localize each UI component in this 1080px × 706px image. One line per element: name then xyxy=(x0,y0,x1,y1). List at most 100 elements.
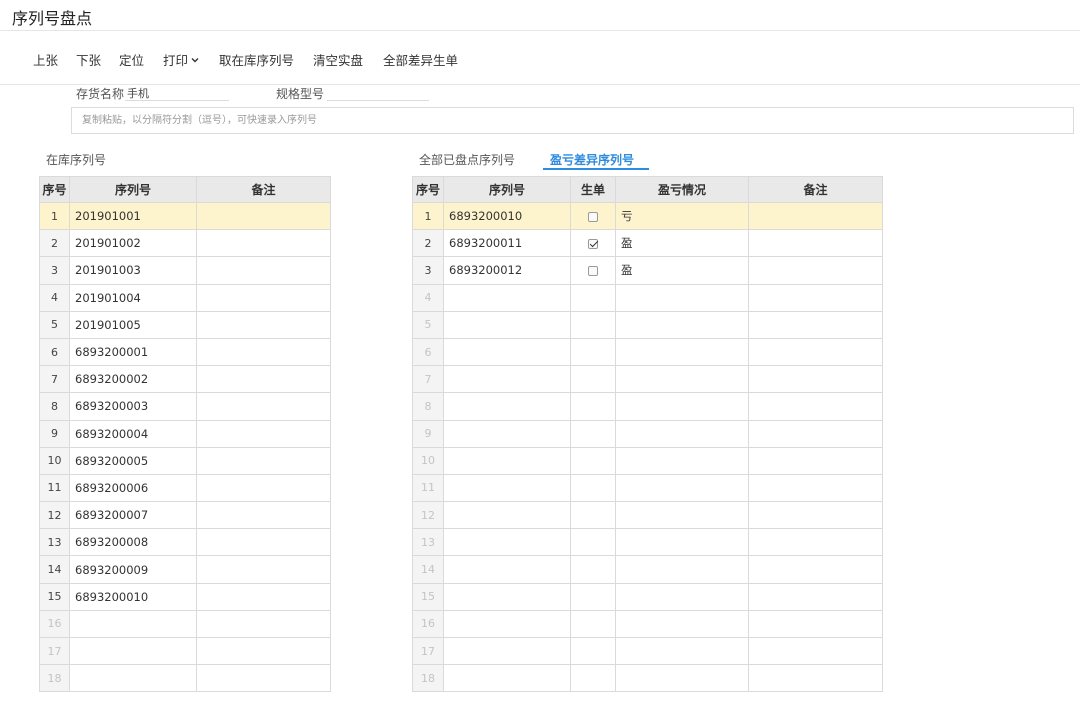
table-row[interactable]: 15 xyxy=(412,582,883,611)
note-cell[interactable] xyxy=(196,337,331,367)
serial-cell[interactable] xyxy=(443,528,571,557)
table-row[interactable]: 14 6893200009 xyxy=(39,555,331,584)
locate-button[interactable]: 定位 xyxy=(119,50,144,69)
note-cell[interactable] xyxy=(196,555,331,584)
note-cell[interactable] xyxy=(196,201,331,231)
table-row[interactable]: 9 xyxy=(412,419,883,448)
status-cell[interactable] xyxy=(615,501,749,530)
stock-name-input[interactable] xyxy=(125,85,229,101)
serial-cell[interactable]: 6893200003 xyxy=(69,392,197,421)
serial-cell[interactable] xyxy=(443,555,571,584)
table-row[interactable]: 10 xyxy=(412,446,883,475)
table-row[interactable]: 1 201901001 xyxy=(39,201,331,231)
note-cell[interactable] xyxy=(748,419,883,448)
serial-cell[interactable] xyxy=(443,582,571,611)
serial-cell[interactable] xyxy=(443,392,571,421)
table-row[interactable]: 14 xyxy=(412,555,883,584)
serial-cell[interactable]: 6893200002 xyxy=(69,365,197,394)
note-cell[interactable] xyxy=(748,473,883,503)
serial-cell[interactable] xyxy=(69,664,197,693)
table-row[interactable]: 8 xyxy=(412,392,883,421)
all-diff-order-button[interactable]: 全部差异生单 xyxy=(383,50,458,69)
generate-checkbox[interactable] xyxy=(588,238,598,249)
note-cell[interactable] xyxy=(196,392,331,421)
tab-all-counted-serials[interactable]: 全部已盘点序列号 xyxy=(419,151,515,168)
print-button[interactable]: 打印 xyxy=(163,50,199,69)
serial-cell[interactable] xyxy=(443,664,571,693)
table-row[interactable]: 4 xyxy=(412,283,883,312)
note-cell[interactable] xyxy=(748,528,883,557)
fetch-serials-button[interactable]: 取在库序列号 xyxy=(219,50,294,69)
status-cell[interactable] xyxy=(615,609,749,639)
serial-cell[interactable] xyxy=(443,501,571,530)
table-row[interactable]: 12 xyxy=(412,501,883,530)
note-cell[interactable] xyxy=(748,392,883,421)
table-row[interactable]: 4 201901004 xyxy=(39,283,331,312)
status-cell[interactable] xyxy=(615,310,749,339)
note-cell[interactable] xyxy=(196,256,331,285)
note-cell[interactable] xyxy=(748,337,883,367)
note-cell[interactable] xyxy=(196,419,331,448)
status-cell[interactable] xyxy=(615,555,749,584)
serial-cell[interactable] xyxy=(443,636,571,666)
serial-cell[interactable] xyxy=(443,419,571,448)
status-cell[interactable] xyxy=(615,446,749,475)
column-header-note[interactable]: 备注 xyxy=(196,176,331,203)
serial-cell[interactable] xyxy=(443,337,571,367)
note-cell[interactable] xyxy=(748,446,883,475)
table-row[interactable]: 3 201901003 xyxy=(39,256,331,285)
serial-cell[interactable]: 6893200012 xyxy=(443,256,571,285)
note-cell[interactable] xyxy=(196,582,331,611)
table-row[interactable]: 12 6893200007 xyxy=(39,501,331,530)
serial-cell[interactable]: 201901003 xyxy=(69,256,197,285)
status-cell[interactable] xyxy=(615,664,749,693)
table-row[interactable]: 7 xyxy=(412,365,883,394)
table-row[interactable]: 11 6893200006 xyxy=(39,473,331,503)
prev-button[interactable]: 上张 xyxy=(33,50,58,69)
serial-cell[interactable]: 201901005 xyxy=(69,310,197,339)
note-cell[interactable] xyxy=(748,283,883,312)
note-cell[interactable] xyxy=(196,609,331,639)
table-row[interactable]: 17 xyxy=(412,636,883,666)
table-row[interactable]: 16 xyxy=(39,609,331,639)
column-header-status[interactable]: 盈亏情况 xyxy=(615,176,749,203)
table-row[interactable]: 16 xyxy=(412,609,883,639)
serial-cell[interactable] xyxy=(443,473,571,503)
table-row[interactable]: 18 xyxy=(412,664,883,693)
note-cell[interactable] xyxy=(748,501,883,530)
serial-cell[interactable] xyxy=(443,283,571,312)
column-header-no[interactable]: 序号 xyxy=(39,176,70,203)
serial-cell[interactable]: 6893200008 xyxy=(69,528,197,557)
note-cell[interactable] xyxy=(748,201,883,231)
status-cell[interactable] xyxy=(615,582,749,611)
serial-cell[interactable]: 6893200004 xyxy=(69,419,197,448)
note-cell[interactable] xyxy=(748,609,883,639)
table-row[interactable]: 5 xyxy=(412,310,883,339)
generate-checkbox[interactable] xyxy=(588,265,598,276)
note-cell[interactable] xyxy=(196,229,331,258)
status-cell[interactable]: 亏 xyxy=(615,201,749,231)
table-row[interactable]: 6 xyxy=(412,337,883,367)
status-cell[interactable] xyxy=(615,636,749,666)
spec-model-input[interactable] xyxy=(327,85,429,101)
note-cell[interactable] xyxy=(748,365,883,394)
note-cell[interactable] xyxy=(748,555,883,584)
serial-cell[interactable]: 6893200009 xyxy=(69,555,197,584)
serial-cell[interactable] xyxy=(443,310,571,339)
column-header-no[interactable]: 序号 xyxy=(412,176,444,203)
note-cell[interactable] xyxy=(196,473,331,503)
note-cell[interactable] xyxy=(196,501,331,530)
status-cell[interactable] xyxy=(615,392,749,421)
status-cell[interactable] xyxy=(615,365,749,394)
column-header-note[interactable]: 备注 xyxy=(748,176,883,203)
next-button[interactable]: 下张 xyxy=(76,50,101,69)
note-cell[interactable] xyxy=(196,365,331,394)
clear-actual-button[interactable]: 清空实盘 xyxy=(313,50,363,69)
serial-cell[interactable]: 6893200001 xyxy=(69,337,197,367)
serial-cell[interactable] xyxy=(69,609,197,639)
note-cell[interactable] xyxy=(196,310,331,339)
table-row[interactable]: 11 xyxy=(412,473,883,503)
table-row[interactable]: 9 6893200004 xyxy=(39,419,331,448)
serial-paste-input[interactable] xyxy=(71,107,1074,134)
table-row[interactable]: 13 xyxy=(412,528,883,557)
